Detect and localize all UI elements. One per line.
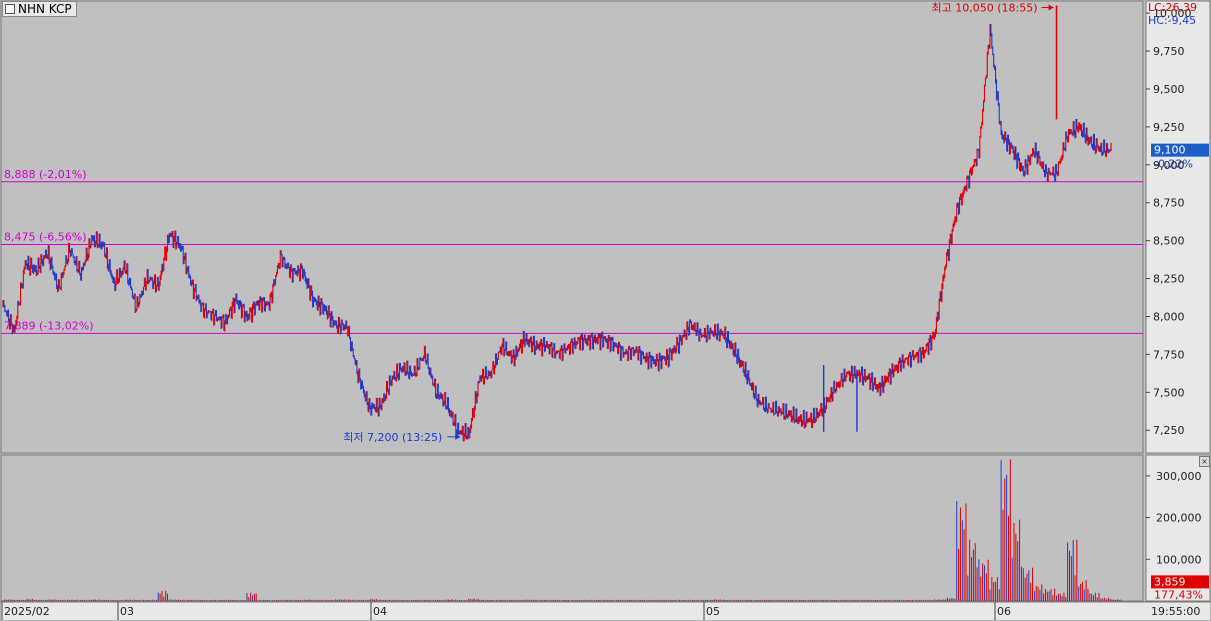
time-tick-label: 2025/02 xyxy=(4,605,50,618)
volume-tick-label: 300,000 xyxy=(1156,470,1202,483)
chart-window: 10,000 9,750 9,500 9,250 9,000 8,750 8,500 8,25… xyxy=(0,0,1211,621)
price-tick-label: 7,250 xyxy=(1153,424,1185,437)
current-volume-label: 3,859 xyxy=(1154,575,1186,588)
current-ratio-label: 177,43% xyxy=(1154,588,1203,601)
time-tick-label: 03 xyxy=(120,605,134,618)
price-plot-area xyxy=(0,0,1144,454)
price-tick-label: 7,500 xyxy=(1153,386,1185,399)
price-tick-label: 9,250 xyxy=(1153,121,1185,134)
current-price-label: 9,100 xyxy=(1154,144,1186,157)
price-tick-label: 7,750 xyxy=(1153,348,1185,361)
hc-indicator: HC:-9,45 xyxy=(1148,14,1196,27)
price-tick-label: 9,500 xyxy=(1153,83,1185,96)
level-label: 8,888 (-2,01%) xyxy=(4,168,86,181)
time-tick-label: 04 xyxy=(373,605,387,618)
high-annotation: 최고 10,050 (18:55) xyxy=(932,2,1038,15)
current-change-label: -0,22% xyxy=(1154,158,1193,171)
close-icon[interactable]: × xyxy=(1199,456,1210,467)
instrument-title[interactable]: NHN KCP xyxy=(2,1,77,17)
price-tick-label: 8,750 xyxy=(1153,197,1185,210)
time-axis-panel xyxy=(0,601,1211,621)
volume-tick-label: 100,000 xyxy=(1156,553,1202,566)
instrument-name: NHN KCP xyxy=(18,2,72,16)
price-tick-label: 9,750 xyxy=(1153,45,1185,58)
price-tick-label: 8,000 xyxy=(1153,310,1185,323)
lc-indicator: LC:26,39 xyxy=(1148,1,1197,14)
price-axis-panel xyxy=(1145,0,1211,454)
level-label: 7,889 (-13,02%) xyxy=(4,319,93,332)
time-tick-label: 06 xyxy=(997,605,1011,618)
chart-canvas[interactable]: 10,0009,7509,5009,2509,0008,7508,5008,25… xyxy=(0,0,1211,621)
low-annotation: 최저 7,200 (13:25) xyxy=(343,431,442,444)
price-tick-label: 8,250 xyxy=(1153,273,1185,286)
level-label: 8,475 (-6,56%) xyxy=(4,230,86,243)
time-tick-label: 05 xyxy=(706,605,720,618)
volume-tick-label: 200,000 xyxy=(1156,512,1202,525)
checkbox-icon[interactable] xyxy=(5,4,15,14)
price-tick-label: 8,500 xyxy=(1153,235,1185,248)
time-readout: 19:55:00 xyxy=(1151,605,1200,618)
